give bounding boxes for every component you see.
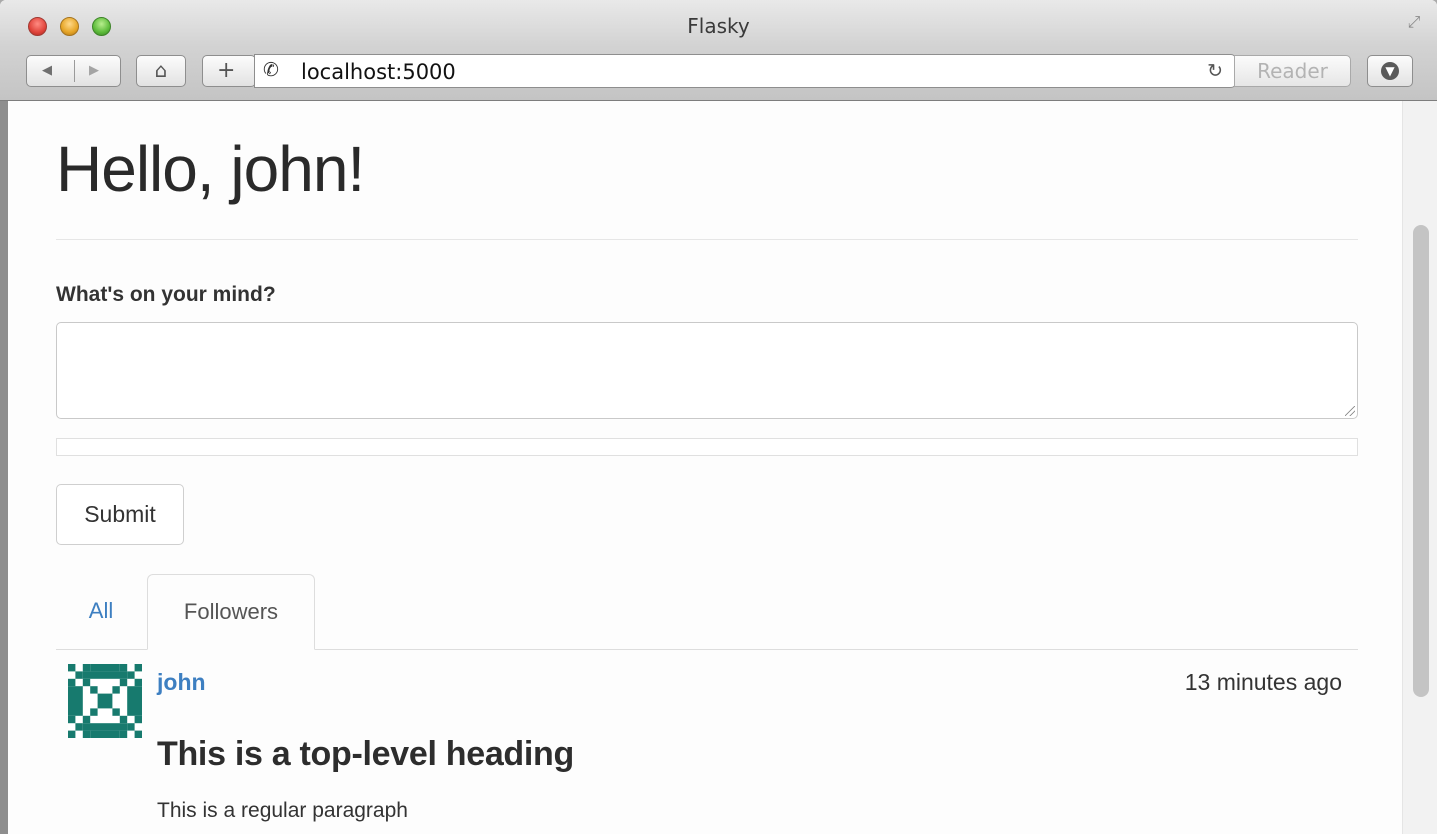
page-title: Hello, john! — [56, 133, 365, 205]
post-heading: This is a top-level heading — [157, 735, 574, 773]
back-forward-buttons: ◀ ▶ — [26, 55, 121, 87]
plus-icon: + — [217, 58, 236, 83]
download-icon: ▼ — [1381, 62, 1399, 80]
divider — [56, 239, 1358, 240]
post-timestamp: 13 minutes ago — [1184, 669, 1342, 695]
url-text[interactable]: localhost:5000 — [301, 60, 456, 84]
page-viewport: Hello, john! What's on your mind? Submit… — [0, 101, 1437, 834]
forward-arrow-icon[interactable]: ▶ — [89, 63, 99, 78]
tab-followers[interactable]: Followers — [147, 574, 315, 650]
add-bookmark-button[interactable]: + — [202, 55, 256, 87]
divider — [74, 60, 75, 82]
fullscreen-icon[interactable]: ⤢ — [1405, 14, 1423, 32]
back-arrow-icon[interactable]: ◀ — [42, 63, 52, 78]
markdown-preview — [56, 438, 1358, 456]
home-button[interactable]: ⌂ — [136, 55, 186, 87]
post-body-label: What's on your mind? — [56, 283, 276, 306]
submit-button[interactable]: Submit — [56, 484, 184, 545]
browser-window: Flasky ⤢ ◀ ▶ ⌂ + ✆ localhost:5000 ↻ Read… — [0, 0, 1437, 834]
phone-icon: ✆ — [263, 60, 279, 81]
address-bar[interactable]: ✆ localhost:5000 ↻ — [254, 54, 1236, 88]
tab-all[interactable]: All — [56, 574, 146, 649]
reload-icon[interactable]: ↻ — [1207, 60, 1223, 83]
avatar[interactable] — [68, 664, 142, 738]
home-icon: ⌂ — [154, 58, 168, 82]
post-paragraph: This is a regular paragraph — [157, 799, 408, 822]
reader-button[interactable]: Reader — [1234, 55, 1351, 87]
window-title: Flasky — [687, 14, 750, 38]
post-tabs: All Followers — [56, 574, 1358, 650]
downloads-button[interactable]: ▼ — [1367, 55, 1413, 87]
resize-handle-icon[interactable] — [1345, 406, 1355, 416]
browser-toolbar: Flasky ⤢ ◀ ▶ ⌂ + ✆ localhost:5000 ↻ Read… — [0, 0, 1437, 101]
scrollbar[interactable] — [1402, 101, 1437, 834]
window-edge — [0, 101, 8, 834]
scrollbar-thumb[interactable] — [1413, 225, 1429, 697]
post-item: john 13 minutes ago This is a top-level … — [56, 649, 1358, 834]
post-body-textarea[interactable] — [56, 322, 1358, 419]
post-author-link[interactable]: john — [157, 669, 206, 696]
